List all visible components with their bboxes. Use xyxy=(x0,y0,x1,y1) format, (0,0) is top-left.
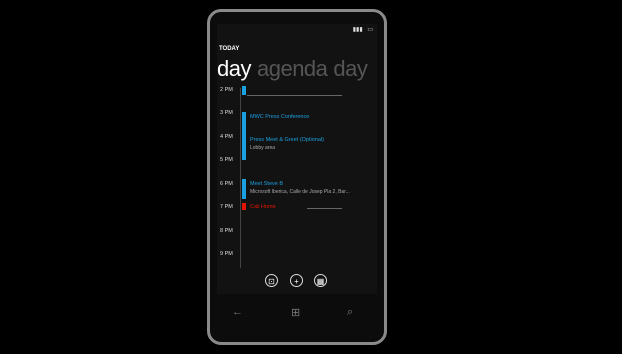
start-button-icon[interactable]: ⊞ xyxy=(291,306,300,319)
hour-label: 2 PM xyxy=(220,87,233,93)
search-button-icon[interactable]: ⌕ xyxy=(347,306,353,319)
day-timeline: 2 PM 3 PM 4 PM 5 PM 6 PM 7 PM 8 PM 9 PM … xyxy=(217,84,377,269)
status-bar: ▮▮▮ ▭ xyxy=(350,26,373,33)
event-bar[interactable] xyxy=(242,86,246,95)
hour-label: 7 PM xyxy=(220,204,233,210)
hour-label: 3 PM xyxy=(220,110,233,116)
add-icon[interactable]: + xyxy=(290,274,303,287)
event-location: Lobby area xyxy=(250,145,276,151)
hour-label: 8 PM xyxy=(220,228,233,234)
hour-label: 5 PM xyxy=(220,157,233,163)
hour-label: 9 PM xyxy=(220,251,233,257)
date-label: TODAY xyxy=(219,46,240,52)
signal-icon: ▮▮▮ xyxy=(352,27,363,33)
event-bar[interactable] xyxy=(242,112,246,160)
event-title[interactable]: Press Meet & Greet (Optional) xyxy=(250,137,324,143)
free-time-line xyxy=(307,208,342,209)
event-title[interactable]: MWC Press Conference xyxy=(250,114,309,120)
today-icon[interactable]: ⊡ xyxy=(265,274,278,287)
calendar-screen: ▮▮▮ ▭ TODAY day agenda day 2 PM 3 PM 4 PM … xyxy=(217,24,377,294)
back-button-icon[interactable]: ← xyxy=(232,306,243,318)
free-time-line xyxy=(247,95,342,96)
month-icon[interactable]: ▦ xyxy=(314,274,327,287)
hour-label: 6 PM xyxy=(220,181,233,187)
battery-icon: ▭ xyxy=(367,27,373,33)
app-bar: ⊡ + ▦ xyxy=(217,272,377,294)
event-bar[interactable] xyxy=(242,203,246,210)
tab-day-next[interactable]: day xyxy=(333,56,367,81)
event-location: Microsoft Iberica, Calle de Josep Pla 2,… xyxy=(250,189,350,195)
pivot-header: day agenda day xyxy=(217,56,373,82)
tab-agenda[interactable]: agenda xyxy=(257,56,328,81)
timeline-axis xyxy=(240,88,241,268)
hour-label: 4 PM xyxy=(220,134,233,140)
event-title[interactable]: Meet Steve B xyxy=(250,181,283,187)
event-bar[interactable] xyxy=(242,179,246,199)
event-title[interactable]: Cali Home xyxy=(250,204,276,210)
tab-day[interactable]: day xyxy=(217,56,251,81)
